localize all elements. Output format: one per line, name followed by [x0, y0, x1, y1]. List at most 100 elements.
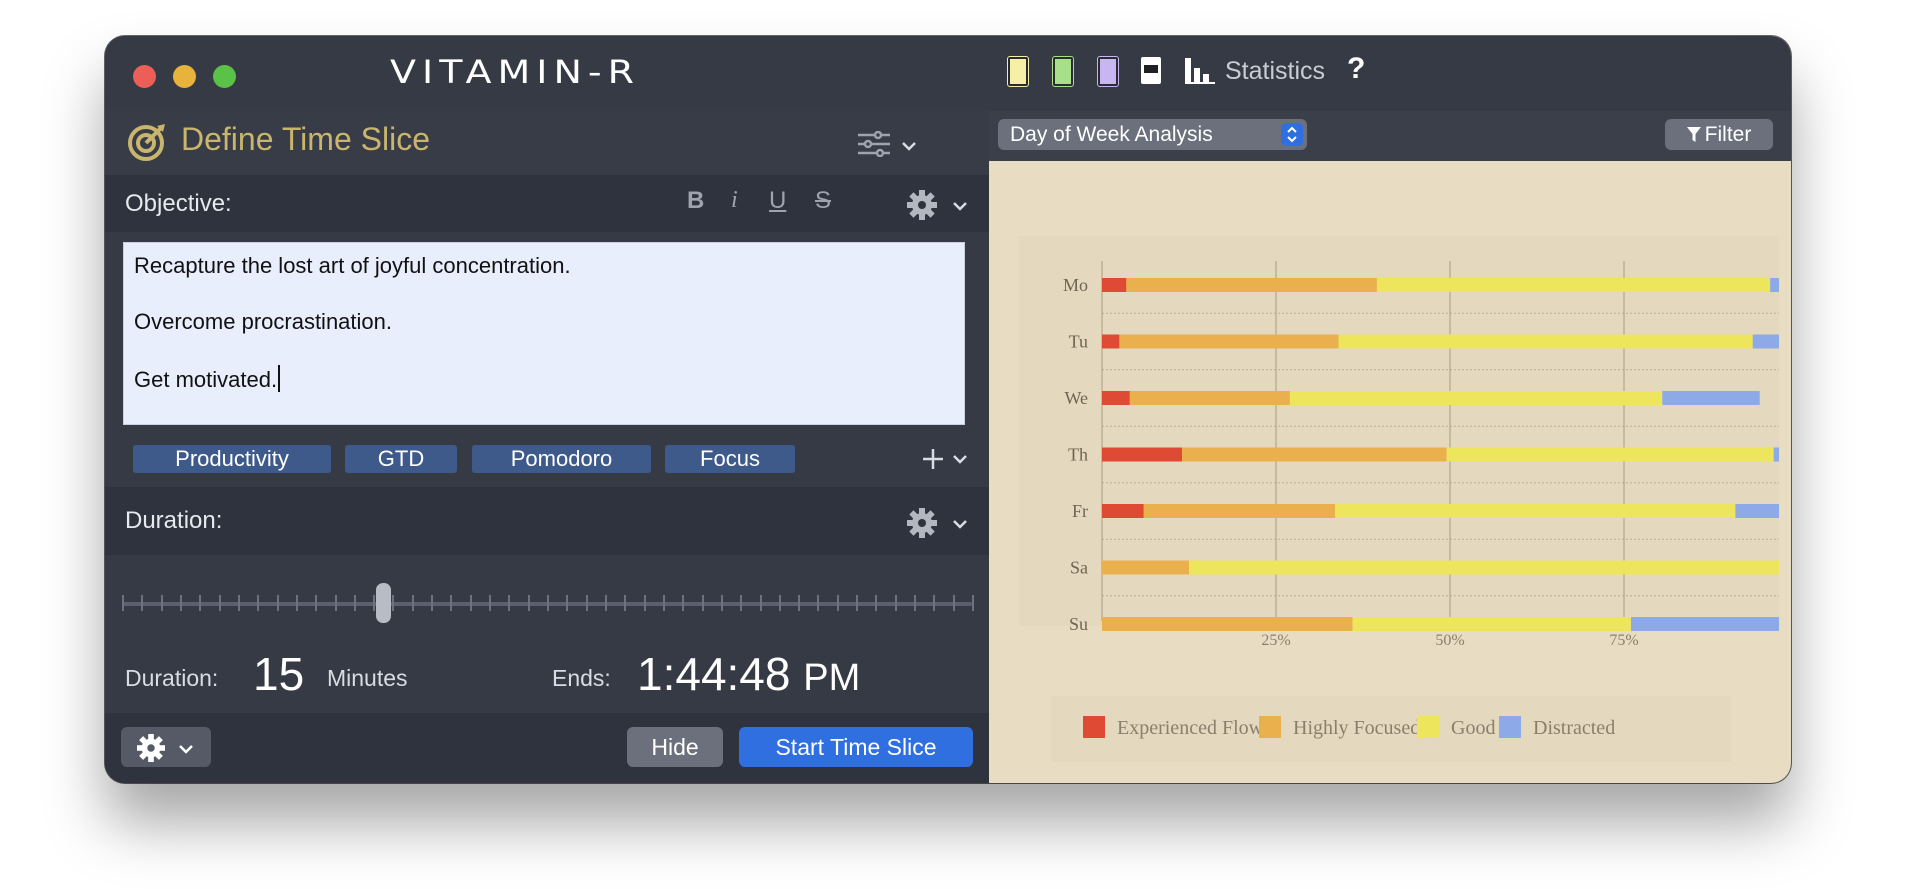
ends-label: Ends:	[552, 665, 611, 691]
slider-tick	[179, 595, 182, 611]
bar-segment	[1102, 504, 1144, 518]
bar-segment	[1630, 617, 1779, 631]
slider-tick	[720, 595, 723, 611]
purple-note-icon[interactable]	[1097, 56, 1119, 87]
bar-segment	[1129, 391, 1290, 405]
gear-icon[interactable]	[907, 508, 937, 538]
italic-button[interactable]: i	[731, 187, 738, 214]
bar-segment	[1770, 278, 1779, 292]
ends-time: 1:44:48 PM	[637, 647, 860, 701]
slider-tick	[952, 595, 955, 611]
bar-segment	[1102, 447, 1183, 462]
slider-tick	[682, 595, 685, 611]
slider-tick	[914, 595, 917, 611]
category-label: Su	[1069, 614, 1088, 634]
statistics-toolbar: Statistics ?	[989, 36, 1791, 111]
minimize-button[interactable]	[173, 65, 196, 88]
slider-knob[interactable]	[376, 583, 391, 623]
category-label: Sa	[1070, 558, 1088, 578]
yellow-note-icon[interactable]	[1007, 56, 1029, 87]
gear-icon[interactable]	[907, 190, 937, 220]
close-button[interactable]	[133, 65, 156, 88]
slider-tick	[508, 595, 511, 611]
legend-label: Good	[1451, 717, 1496, 739]
slider-tick	[701, 595, 704, 611]
slider-tick	[431, 595, 434, 611]
chevron-down-icon[interactable]	[902, 141, 916, 151]
bar-segment	[1289, 391, 1663, 405]
define-header: Define Time Slice	[105, 109, 989, 175]
slider-tick	[643, 595, 646, 611]
slider-tick	[566, 595, 569, 611]
app-window: VITAMIN-R Define Time Slice Objective: B…	[105, 36, 1791, 783]
slider-tick	[353, 595, 356, 611]
x-tick-label: 25%	[1261, 632, 1290, 649]
legend-item-distracted: Distracted	[1499, 716, 1615, 740]
legend-swatch	[1417, 716, 1439, 738]
green-note-icon[interactable]	[1052, 56, 1074, 87]
bar-segment	[1662, 391, 1760, 405]
chevron-down-icon[interactable]	[953, 519, 967, 529]
slider-tick	[836, 595, 839, 611]
chevron-down-icon	[179, 745, 193, 754]
slider-tick	[373, 595, 376, 611]
statistics-label: Statistics	[1225, 57, 1326, 85]
filter-button[interactable]: Filter	[1665, 119, 1773, 150]
bar-segment	[1335, 504, 1736, 518]
bar-segment	[1182, 447, 1447, 462]
legend-item-flow: Experienced Flow	[1083, 716, 1263, 740]
sliders-icon[interactable]	[858, 131, 890, 157]
slider-tick	[315, 595, 318, 611]
chevron-down-icon[interactable]	[953, 201, 967, 211]
slider-tick	[489, 595, 492, 611]
duration-body: Duration: 15 Minutes Ends: 1:44:48 PM	[105, 555, 989, 720]
ends-time-value: 1:44:48	[637, 648, 791, 700]
slider-tick	[856, 595, 859, 611]
strikethrough-button[interactable]: S	[815, 187, 831, 215]
tag-focus[interactable]: Focus	[665, 445, 795, 473]
objective-textarea[interactable]: Recapture the lost art of joyful concent…	[123, 242, 965, 425]
start-time-slice-button[interactable]: Start Time Slice	[739, 727, 973, 767]
slider-tick	[547, 595, 549, 611]
define-title: Define Time Slice	[181, 121, 430, 157]
objective-header: Objective: B i U S	[105, 175, 989, 232]
category-label: We	[1064, 388, 1088, 408]
help-icon[interactable]: ?	[1347, 52, 1365, 86]
slider-tick	[817, 595, 820, 611]
plus-icon[interactable]	[922, 448, 944, 470]
zoom-button[interactable]	[213, 65, 236, 88]
duration-value-label: Duration:	[125, 665, 219, 691]
underline-button[interactable]: U	[769, 187, 786, 215]
bold-button[interactable]: B	[687, 187, 704, 215]
bar-segment	[1376, 278, 1771, 292]
chevron-down-icon[interactable]	[953, 454, 967, 464]
bar-segment	[1102, 391, 1130, 405]
category-label: Th	[1068, 445, 1088, 465]
tag-pomodoro[interactable]: Pomodoro	[472, 445, 651, 473]
bar-segment	[1352, 617, 1631, 631]
hide-button[interactable]: Hide	[627, 727, 723, 767]
slider-tick	[218, 595, 221, 611]
settings-menu-button[interactable]	[121, 727, 211, 767]
duration-value[interactable]: 15	[253, 647, 304, 701]
filter-icon	[1686, 127, 1701, 142]
slider-tick	[604, 595, 607, 611]
slider-tick	[972, 595, 974, 611]
tag-gtd[interactable]: GTD	[345, 445, 457, 473]
select-stepper-icon	[1281, 123, 1303, 146]
analysis-select[interactable]: Day of Week Analysis	[998, 119, 1307, 150]
slider-tick	[122, 595, 124, 611]
bar-chart-icon[interactable]	[1185, 58, 1215, 84]
window-icon[interactable]	[1141, 57, 1161, 84]
bar-segment	[1102, 617, 1353, 631]
slider-tick	[527, 595, 530, 611]
slider-tick	[450, 595, 453, 611]
tag-productivity[interactable]: Productivity	[133, 445, 331, 473]
titlebar: VITAMIN-R	[105, 36, 989, 109]
objective-label: Objective:	[125, 190, 232, 217]
left-pane: VITAMIN-R Define Time Slice Objective: B…	[105, 36, 989, 783]
legend-swatch	[1259, 716, 1281, 738]
legend-swatch	[1083, 716, 1105, 738]
chart-legend: Experienced Flow Highly Focused Good Dis…	[1051, 696, 1731, 762]
duration-label: Duration:	[125, 507, 223, 534]
